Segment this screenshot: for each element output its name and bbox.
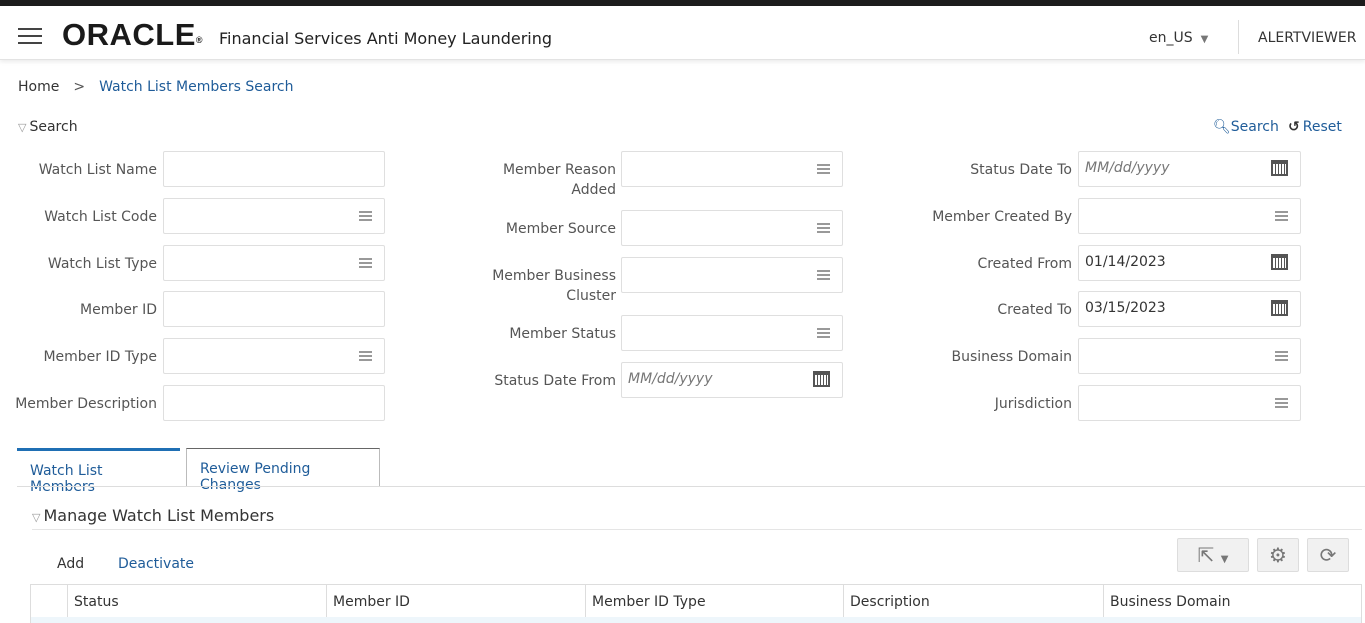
member-created-by-select[interactable] <box>1078 198 1301 234</box>
caret-down-icon: ▼ <box>1220 554 1229 565</box>
member-business-cluster-label: Member Business Cluster <box>492 268 616 304</box>
list-picker-icon[interactable] <box>359 258 372 268</box>
list-picker-icon[interactable] <box>1275 211 1288 221</box>
member-id-label: Member ID <box>80 302 157 318</box>
jurisdiction-label: Jurisdiction <box>994 396 1072 412</box>
locale-dropdown[interactable]: en_US ▼ <box>1149 30 1208 46</box>
search-button[interactable]: 🔍︎Search <box>1213 119 1279 135</box>
reset-icon: ↺ <box>1288 119 1300 135</box>
deactivate-button[interactable]: Deactivate <box>118 556 194 572</box>
chevron-down-icon: ▽ <box>18 121 27 134</box>
oracle-logo: ORACLE® <box>62 17 204 52</box>
column-header-status[interactable]: Status <box>67 585 326 617</box>
breadcrumb-current[interactable]: Watch List Members Search <box>99 79 293 95</box>
export-icon: ⇱ <box>1197 543 1215 567</box>
header-divider <box>1238 20 1239 54</box>
member-source-select[interactable] <box>621 210 843 246</box>
member-description-label: Member Description <box>15 396 157 412</box>
menu-icon[interactable] <box>18 28 42 44</box>
list-picker-icon[interactable] <box>1275 351 1288 361</box>
calendar-icon[interactable] <box>813 371 830 387</box>
reset-button[interactable]: ↺ Reset <box>1288 119 1342 135</box>
refresh-settings-icon: ⟳ <box>1319 543 1337 567</box>
breadcrumb-home[interactable]: Home <box>18 79 59 95</box>
settings-icon: ⚙ <box>1269 543 1287 567</box>
watch-list-code-select[interactable] <box>163 198 385 234</box>
created-from-input[interactable]: 01/14/2023 <box>1078 245 1301 281</box>
chevron-down-icon: ▽ <box>32 511 41 524</box>
add-button[interactable]: Add <box>57 556 84 572</box>
members-table: Status Member ID Member ID Type Descript… <box>30 584 1362 623</box>
member-source-label: Member Source <box>505 221 616 237</box>
breadcrumb: Home > Watch List Members Search <box>18 79 293 95</box>
status-date-to-label: Status Date To <box>970 162 1072 178</box>
export-button[interactable]: ⇱ ▼ <box>1177 538 1249 572</box>
member-reason-added-select[interactable] <box>621 151 843 187</box>
status-date-from-input[interactable]: MM/dd/yyyy <box>621 362 843 398</box>
status-date-from-label: Status Date From <box>494 373 616 389</box>
app-title: Financial Services Anti Money Laundering <box>219 29 553 48</box>
column-header-business-domain[interactable]: Business Domain <box>1103 585 1361 617</box>
business-domain-label: Business Domain <box>951 349 1072 365</box>
created-from-label: Created From <box>977 256 1072 272</box>
app-header: ORACLE® Financial Services Anti Money La… <box>0 6 1365 60</box>
column-header-member-id[interactable]: Member ID <box>326 585 585 617</box>
row-selector-header[interactable] <box>31 585 67 617</box>
watch-list-name-label: Watch List Name <box>38 162 157 178</box>
magnifier-icon: 🔍︎ <box>1213 119 1231 135</box>
tab-review-pending-changes[interactable]: Review Pending Changes <box>186 448 380 493</box>
member-created-by-label: Member Created By <box>932 209 1072 225</box>
list-picker-icon[interactable] <box>359 211 372 221</box>
created-to-label: Created To <box>997 302 1072 318</box>
manage-section-toggle[interactable]: ▽ Manage Watch List Members <box>32 506 274 525</box>
list-picker-icon[interactable] <box>817 223 830 233</box>
list-picker-icon[interactable] <box>359 351 372 361</box>
user-menu[interactable]: ALERTVIEWER <box>1258 30 1356 46</box>
watch-list-type-label: Watch List Type <box>47 256 157 272</box>
member-status-label: Member Status <box>509 326 616 342</box>
watch-list-name-input[interactable] <box>163 151 385 187</box>
table-row[interactable] <box>31 617 1361 623</box>
list-picker-icon[interactable] <box>817 164 830 174</box>
member-id-input[interactable] <box>163 291 385 327</box>
member-business-cluster-select[interactable] <box>621 257 843 293</box>
search-section-toggle[interactable]: ▽ Search <box>18 119 78 135</box>
created-to-input[interactable]: 03/15/2023 <box>1078 291 1301 327</box>
calendar-icon[interactable] <box>1271 160 1288 176</box>
member-id-type-select[interactable] <box>163 338 385 374</box>
status-date-to-input[interactable]: MM/dd/yyyy <box>1078 151 1301 187</box>
tab-divider <box>17 486 1365 487</box>
member-status-select[interactable] <box>621 315 843 351</box>
column-header-member-id-type[interactable]: Member ID Type <box>585 585 843 617</box>
calendar-icon[interactable] <box>1271 300 1288 316</box>
column-header-description[interactable]: Description <box>843 585 1103 617</box>
caret-down-icon: ▼ <box>1200 34 1209 45</box>
business-domain-select[interactable] <box>1078 338 1301 374</box>
list-picker-icon[interactable] <box>817 328 830 338</box>
jurisdiction-select[interactable] <box>1078 385 1301 421</box>
member-id-type-label: Member ID Type <box>43 349 157 365</box>
member-description-input[interactable] <box>163 385 385 421</box>
section-divider <box>32 529 1362 530</box>
tab-watch-list-members[interactable]: Watch List Members <box>17 448 180 495</box>
reset-settings-button[interactable]: ⟳ <box>1307 538 1349 572</box>
list-picker-icon[interactable] <box>1275 398 1288 408</box>
watch-list-code-label: Watch List Code <box>44 209 157 225</box>
member-reason-added-label: Member Reason Added <box>502 162 616 198</box>
calendar-icon[interactable] <box>1271 254 1288 270</box>
list-picker-icon[interactable] <box>817 270 830 280</box>
watch-list-type-select[interactable] <box>163 245 385 281</box>
grid-settings-button[interactable]: ⚙ <box>1257 538 1299 572</box>
breadcrumb-separator: > <box>73 79 86 95</box>
